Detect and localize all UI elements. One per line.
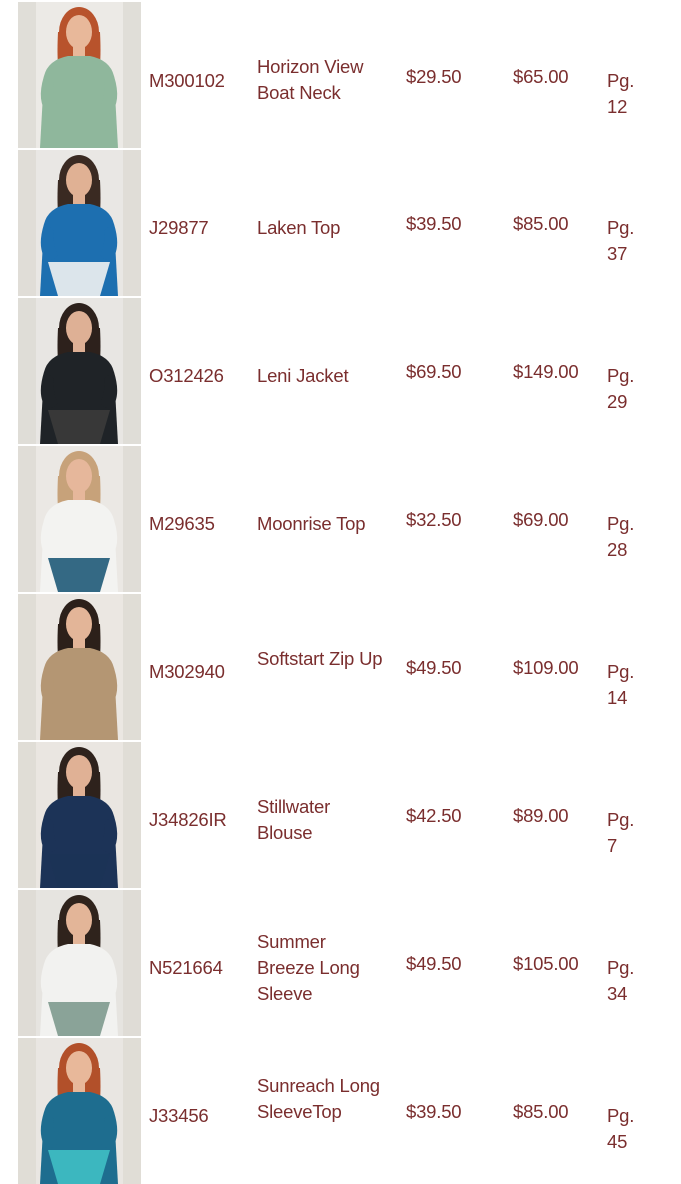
curtain [18, 150, 36, 296]
retail-price: $65.00 [513, 66, 569, 87]
model-face [66, 607, 92, 641]
model-bottom [48, 706, 110, 740]
model-bottom [48, 1002, 110, 1036]
model-image [18, 446, 141, 592]
model-face [66, 903, 92, 937]
product-photo [18, 150, 141, 296]
curtain [18, 2, 36, 148]
model-image [18, 150, 141, 296]
product-photo [18, 2, 141, 148]
curtain [123, 298, 141, 444]
page-reference: Pg. 12 [607, 70, 635, 117]
page-reference: Pg. 28 [607, 513, 635, 560]
model-image [18, 742, 141, 888]
page-reference: Pg. 34 [607, 957, 635, 1004]
cost-price: $39.50 [406, 213, 462, 234]
model-bottom [48, 262, 110, 296]
curtain [18, 594, 36, 740]
curtain [123, 150, 141, 296]
sku-cell: J33456 [149, 1105, 209, 1126]
page-reference: Pg. 37 [607, 217, 635, 264]
product-photo [18, 298, 141, 444]
curtain [123, 446, 141, 592]
sku-cell: M29635 [149, 513, 215, 534]
sku-cell: O312426 [149, 365, 224, 386]
model-face [66, 755, 92, 789]
curtain [18, 298, 36, 444]
retail-price: $85.00 [513, 1101, 569, 1122]
sku-cell: J34826IR [149, 809, 227, 830]
product-name: Stillwater Blouse [257, 796, 331, 843]
model-bottom [48, 1150, 110, 1184]
product-photo [18, 594, 141, 740]
product-photo [18, 742, 141, 888]
model-face [66, 459, 92, 493]
retail-price: $149.00 [513, 361, 579, 382]
model-image [18, 2, 141, 148]
product-photo [18, 446, 141, 592]
curtain [18, 742, 36, 888]
model-bottom [48, 114, 110, 148]
product-name: Leni Jacket [257, 365, 349, 386]
product-name: Horizon View Boat Neck [257, 56, 364, 103]
cost-price: $49.50 [406, 953, 462, 974]
cost-price: $39.50 [406, 1101, 462, 1122]
curtain [18, 446, 36, 592]
product-name: Sunreach Long SleeveTop [257, 1075, 380, 1122]
retail-price: $89.00 [513, 805, 569, 826]
model-face [66, 15, 92, 49]
product-name: Moonrise Top [257, 513, 366, 534]
sku-cell: N521664 [149, 957, 223, 978]
model-bottom [48, 854, 110, 888]
retail-price: $105.00 [513, 953, 579, 974]
model-image [18, 298, 141, 444]
page-reference: Pg. 7 [607, 809, 635, 856]
page-reference: Pg. 29 [607, 365, 635, 412]
cost-price: $49.50 [406, 657, 462, 678]
retail-price: $69.00 [513, 509, 569, 530]
retail-price: $85.00 [513, 213, 569, 234]
retail-price: $109.00 [513, 657, 579, 678]
model-image [18, 890, 141, 1036]
model-bottom [48, 558, 110, 592]
curtain [123, 594, 141, 740]
cost-price: $69.50 [406, 361, 462, 382]
curtain [18, 890, 36, 1036]
model-face [66, 311, 92, 345]
model-bottom [48, 410, 110, 444]
cost-price: $32.50 [406, 509, 462, 530]
model-face [66, 1051, 92, 1085]
cost-price: $42.50 [406, 805, 462, 826]
product-photo [18, 1038, 141, 1184]
model-face [66, 163, 92, 197]
page-reference: Pg. 14 [607, 661, 635, 708]
curtain [123, 1038, 141, 1184]
curtain [123, 742, 141, 888]
model-image [18, 594, 141, 740]
curtain [123, 2, 141, 148]
product-photo [18, 890, 141, 1036]
curtain [18, 1038, 36, 1184]
product-name: Softstart Zip Up [257, 648, 383, 669]
sku-cell: M300102 [149, 70, 225, 91]
sku-cell: J29877 [149, 217, 209, 238]
page-reference: Pg. 45 [607, 1105, 635, 1152]
product-name: Laken Top [257, 217, 341, 238]
sku-cell: M302940 [149, 661, 225, 682]
cost-price: $29.50 [406, 66, 462, 87]
curtain [123, 890, 141, 1036]
model-image [18, 1038, 141, 1184]
product-name: Summer Breeze Long Sleeve [257, 931, 360, 1004]
